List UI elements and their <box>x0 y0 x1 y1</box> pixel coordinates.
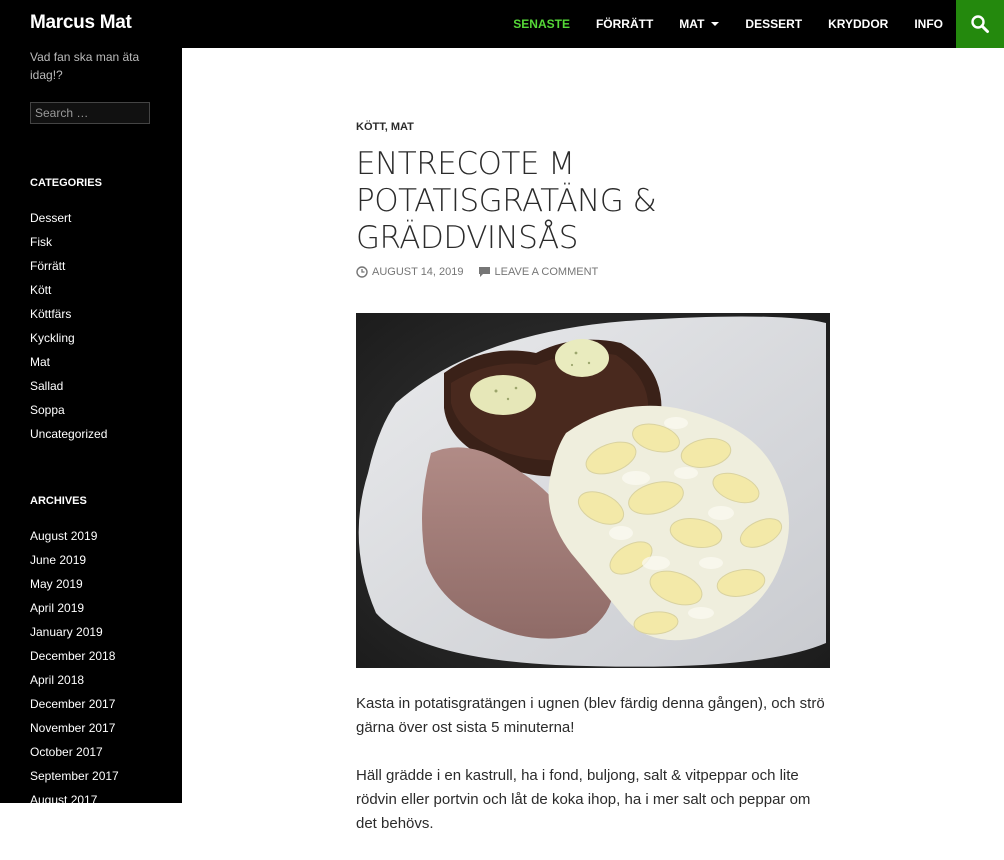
category-link[interactable]: Kyckling <box>30 326 107 350</box>
post-category-link[interactable]: KÖTT <box>356 121 385 133</box>
archive-link[interactable]: December 2017 <box>30 692 119 716</box>
category-link[interactable]: Dessert <box>30 206 107 230</box>
comment-icon <box>478 267 490 277</box>
caret-down-icon <box>711 22 720 26</box>
leave-comment-label: LEAVE A COMMENT <box>494 266 599 278</box>
search-toggle-button[interactable] <box>956 0 1004 48</box>
nav-label: FÖRRÄTT <box>595 17 654 31</box>
category-link[interactable]: Kött <box>30 278 107 302</box>
archive-link[interactable]: January 2019 <box>30 620 119 644</box>
archive-link[interactable]: August 2017 <box>30 788 119 803</box>
post-categories: KÖTT, MAT <box>356 121 414 133</box>
search-icon <box>971 15 989 33</box>
food-photo <box>356 313 830 668</box>
sidebar: Vad fan ska man äta idag!? CATEGORIES De… <box>0 48 182 803</box>
archive-link[interactable]: April 2018 <box>30 668 119 692</box>
nav-label: INFO <box>914 17 943 31</box>
leave-comment-link[interactable]: LEAVE A COMMENT <box>478 266 599 278</box>
post-date: AUGUST 14, 2019 <box>372 266 464 278</box>
nav-item-mat[interactable]: MAT <box>666 17 732 31</box>
archive-link[interactable]: April 2019 <box>30 596 119 620</box>
category-link[interactable]: Förrätt <box>30 254 107 278</box>
post-content: Kasta in potatisgratängen i ugnen (blev … <box>356 692 826 860</box>
archive-link[interactable]: November 2017 <box>30 716 119 740</box>
category-link[interactable]: Soppa <box>30 398 107 422</box>
primary-nav: SENASTE FÖRRÄTT MAT DESSERT KRYDDOR INFO <box>500 0 956 48</box>
site-tagline: Vad fan ska man äta idag!? <box>30 50 140 82</box>
archives-title: ARCHIVES <box>30 495 87 507</box>
nav-item-dessert[interactable]: DESSERT <box>732 17 815 31</box>
post-meta: AUGUST 14, 2019 LEAVE A COMMENT <box>356 266 612 278</box>
post-paragraph: Häll grädde i en kastrull, ha i fond, bu… <box>356 767 811 832</box>
nav-item-info[interactable]: INFO <box>901 17 956 31</box>
archive-link[interactable]: May 2019 <box>30 572 119 596</box>
post-category-link[interactable]: MAT <box>391 121 414 133</box>
archives-list: August 2019 June 2019 May 2019 April 201… <box>30 524 119 803</box>
post-title[interactable]: ENTRECOTE M POTATISGRATÄNG & GRÄDDVINSÅS <box>356 146 826 257</box>
post-date-link[interactable]: AUGUST 14, 2019 <box>356 266 464 278</box>
archive-link[interactable]: June 2019 <box>30 548 119 572</box>
category-link[interactable]: Uncategorized <box>30 422 107 446</box>
archive-link[interactable]: September 2017 <box>30 764 119 788</box>
archive-link[interactable]: August 2019 <box>30 524 119 548</box>
nav-item-senaste[interactable]: SENASTE <box>500 17 583 31</box>
nav-label: KRYDDOR <box>828 17 889 31</box>
category-link[interactable]: Köttfärs <box>30 302 107 326</box>
archive-link[interactable]: December 2018 <box>30 644 119 668</box>
nav-label: MAT <box>679 17 705 31</box>
category-link[interactable]: Fisk <box>30 230 107 254</box>
nav-label: SENASTE <box>513 17 570 31</box>
nav-label: DESSERT <box>745 17 803 31</box>
post-paragraph: Kasta in potatisgratängen i ugnen (blev … <box>356 695 825 736</box>
archive-link[interactable]: October 2017 <box>30 740 119 764</box>
nav-item-kryddor[interactable]: KRYDDOR <box>815 17 901 31</box>
search-input[interactable] <box>30 102 150 124</box>
categories-list: Dessert Fisk Förrätt Kött Köttfärs Kyckl… <box>30 206 107 446</box>
site-header: Marcus Mat SENASTE FÖRRÄTT MAT DESSERT K… <box>0 0 1004 48</box>
category-link[interactable]: Mat <box>30 350 107 374</box>
site-title[interactable]: Marcus Mat <box>30 12 132 34</box>
category-link[interactable]: Sallad <box>30 374 107 398</box>
categories-title: CATEGORIES <box>30 177 102 189</box>
nav-item-forratt[interactable]: FÖRRÄTT <box>583 17 666 31</box>
clock-icon <box>356 266 368 278</box>
